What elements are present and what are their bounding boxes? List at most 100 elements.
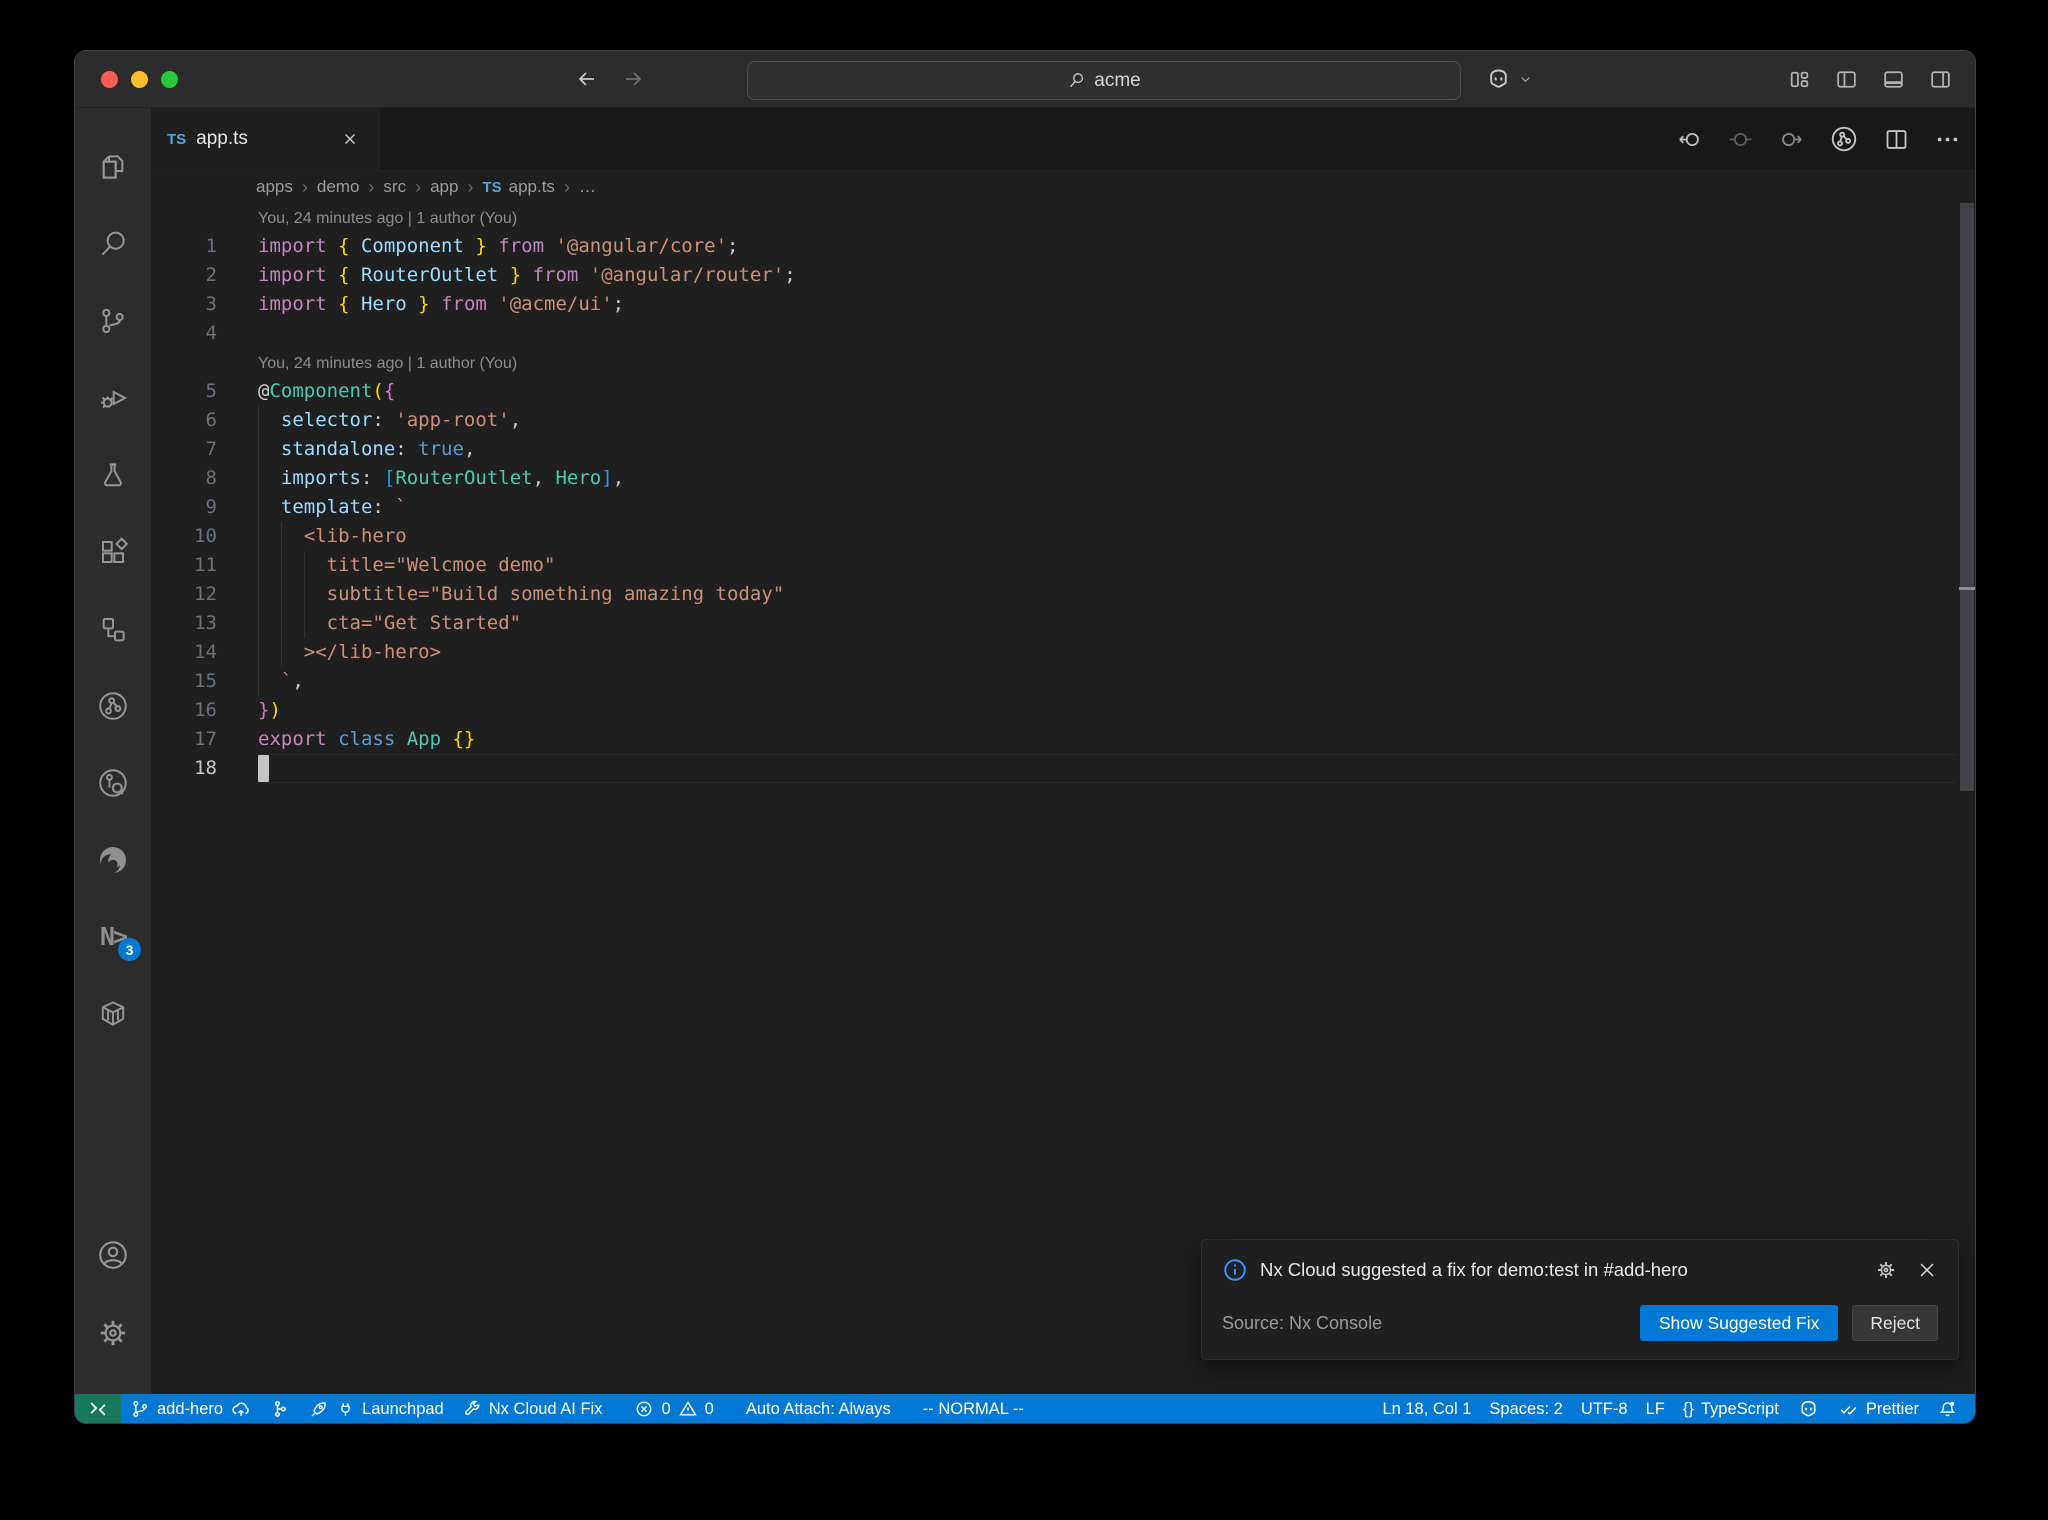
customize-layout-icon[interactable] — [1787, 67, 1812, 92]
code-line[interactable]: 2 import { RouterOutlet } from '@angular/… — [151, 261, 1955, 290]
breadcrumb-item[interactable]: apps — [256, 177, 293, 197]
code-line[interactable]: 17 export class App {} — [151, 725, 1955, 754]
scrollbar-slider[interactable] — [1960, 203, 1974, 791]
launchpad-status[interactable]: Launchpad — [299, 1394, 453, 1423]
blame-lens: You, 24 minutes ago | 1 author (You) — [258, 348, 1955, 377]
toggle-panel-icon[interactable] — [1881, 67, 1906, 92]
code-line[interactable]: 4 — [151, 319, 1955, 348]
code-line[interactable]: 11 title="Welcmoe demo" — [151, 551, 1955, 580]
zoom-window-button[interactable] — [161, 70, 178, 88]
explorer-icon[interactable] — [75, 128, 151, 205]
code-line[interactable]: 13 cta="Get Started" — [151, 609, 1955, 638]
errors-icon — [637, 1401, 652, 1417]
nx-cloud-ai-fix-status[interactable]: Nx Cloud AI Fix — [453, 1394, 612, 1423]
split-editor-icon[interactable] — [1883, 126, 1910, 153]
copilot-menu[interactable] — [1485, 51, 1533, 107]
breadcrumb-item[interactable]: app — [430, 177, 458, 197]
indent-guide — [258, 667, 259, 696]
breadcrumb-symbol-tail[interactable]: … — [579, 177, 596, 197]
minimize-window-button[interactable] — [131, 70, 148, 88]
encoding-status[interactable]: UTF-8 — [1572, 1394, 1637, 1423]
notifications-bell-icon[interactable] — [1928, 1394, 1967, 1423]
command-center-search[interactable]: acme — [747, 61, 1461, 100]
extensions-icon[interactable] — [75, 513, 151, 590]
indentation-status[interactable]: Spaces: 2 — [1480, 1394, 1571, 1423]
nx-project-graph-icon[interactable] — [75, 667, 151, 744]
cursor-position-status[interactable]: Ln 18, Col 1 — [1373, 1394, 1480, 1423]
editor-scrollbar[interactable] — [1959, 203, 1975, 1394]
language-mode-status[interactable]: {} TypeScript — [1674, 1394, 1788, 1423]
code-line[interactable]: 14 ></lib-hero> — [151, 638, 1955, 667]
code-line[interactable]: 16}) — [151, 696, 1955, 725]
container-tools-icon[interactable] — [75, 975, 151, 1052]
blame-lens-text[interactable]: You, 24 minutes ago | 1 author (You) — [258, 355, 517, 372]
code-editor[interactable]: You, 24 minutes ago | 1 author (You) 1 imp… — [151, 203, 1975, 1394]
git-branch-status[interactable]: add-hero — [121, 1394, 261, 1423]
code-line[interactable]: 7 standalone: true, — [151, 435, 1955, 464]
line-number: 1 — [205, 235, 217, 257]
problems-status[interactable]: 0 0 — [625, 1394, 722, 1423]
blame-lens-text[interactable]: You, 24 minutes ago | 1 author (You) — [258, 210, 517, 227]
code-line[interactable]: 6 selector: 'app-root', — [151, 406, 1955, 435]
line-number: 9 — [205, 496, 217, 518]
nx-run-target-icon[interactable] — [1829, 124, 1859, 154]
codelens-row[interactable]: You, 24 minutes ago | 1 author (You) — [151, 203, 1955, 232]
indent-guide — [280, 609, 282, 638]
rocket-icon — [311, 1401, 326, 1417]
navigate-back-icon[interactable] — [575, 67, 599, 91]
tab-app-ts[interactable]: TS app.ts — [151, 108, 380, 170]
source-control-icon[interactable] — [75, 282, 151, 359]
edge-browser-icon[interactable] — [75, 821, 151, 898]
code-line[interactable]: 10 <lib-hero — [151, 522, 1955, 551]
show-suggested-fix-button[interactable]: Show Suggested Fix — [1639, 1305, 1839, 1341]
nav-next-change-icon[interactable] — [1778, 126, 1805, 153]
account-icon[interactable] — [75, 1216, 151, 1294]
eol-status[interactable]: LF — [1637, 1394, 1674, 1423]
navigate-forward-icon[interactable] — [621, 67, 645, 91]
copilot-icon — [1485, 66, 1512, 93]
code-line[interactable]: 9 template: ` — [151, 493, 1955, 522]
indent-guide — [303, 609, 305, 638]
remote-indicator[interactable] — [75, 1394, 121, 1423]
toggle-secondary-sidebar-icon[interactable] — [1928, 67, 1953, 92]
close-window-button[interactable] — [101, 70, 118, 88]
code-line[interactable]: 12 subtitle="Build something amazing tod… — [151, 580, 1955, 609]
code-line[interactable]: 1 import { Component } from '@angular/cor… — [151, 232, 1955, 261]
vscode-window: acme N> 3 TS app.ts apps › demo › src › … — [74, 50, 1976, 1424]
notification-settings-gear-icon[interactable] — [1874, 1258, 1898, 1282]
settings-gear-icon[interactable] — [75, 1294, 151, 1372]
breadcrumb-item[interactable]: demo — [317, 177, 360, 197]
code-line[interactable]: 8 imports: [RouterOutlet, Hero], — [151, 464, 1955, 493]
gitlens-inspect-icon[interactable] — [75, 744, 151, 821]
search-value: acme — [1094, 69, 1141, 91]
project-hierarchy-icon[interactable] — [75, 590, 151, 667]
nx-console-icon[interactable]: N> 3 — [75, 898, 151, 975]
close-tab-icon[interactable] — [337, 126, 363, 152]
codelens-row[interactable]: You, 24 minutes ago | 1 author (You) — [151, 348, 1955, 377]
nav-current-change-icon[interactable] — [1727, 126, 1754, 153]
code-content: @Component({ — [258, 380, 396, 402]
line-number: 6 — [205, 409, 217, 431]
search-view-icon[interactable] — [75, 205, 151, 282]
vim-mode-status[interactable]: -- NORMAL -- — [914, 1394, 1033, 1423]
testing-icon[interactable] — [75, 436, 151, 513]
toggle-primary-sidebar-icon[interactable] — [1834, 67, 1859, 92]
formatter-status[interactable]: Prettier — [1829, 1394, 1928, 1423]
run-debug-icon[interactable] — [75, 359, 151, 436]
auto-attach-status[interactable]: Auto Attach: Always — [737, 1394, 900, 1423]
breadcrumb-file[interactable]: TS app.ts — [482, 177, 554, 197]
code-content: imports: [RouterOutlet, Hero], — [258, 464, 1955, 493]
reject-button[interactable]: Reject — [1852, 1305, 1938, 1341]
publish-cloud-icon — [232, 1402, 249, 1416]
copilot-status[interactable] — [1788, 1394, 1829, 1423]
nav-previous-change-icon[interactable] — [1676, 126, 1703, 153]
code-line[interactable]: 18 — [151, 754, 1955, 783]
code-line[interactable]: 5 @Component({ — [151, 377, 1955, 406]
more-actions-icon[interactable] — [1934, 126, 1961, 153]
close-notification-icon[interactable] — [1916, 1259, 1938, 1281]
code-line[interactable]: 3 import { Hero } from '@acme/ui'; — [151, 290, 1955, 319]
breadcrumb-item[interactable]: src — [383, 177, 406, 197]
code-line[interactable]: 15 `, — [151, 667, 1955, 696]
git-graph-status[interactable] — [261, 1394, 299, 1423]
blame-lens: You, 24 minutes ago | 1 author (You) — [258, 203, 1955, 232]
